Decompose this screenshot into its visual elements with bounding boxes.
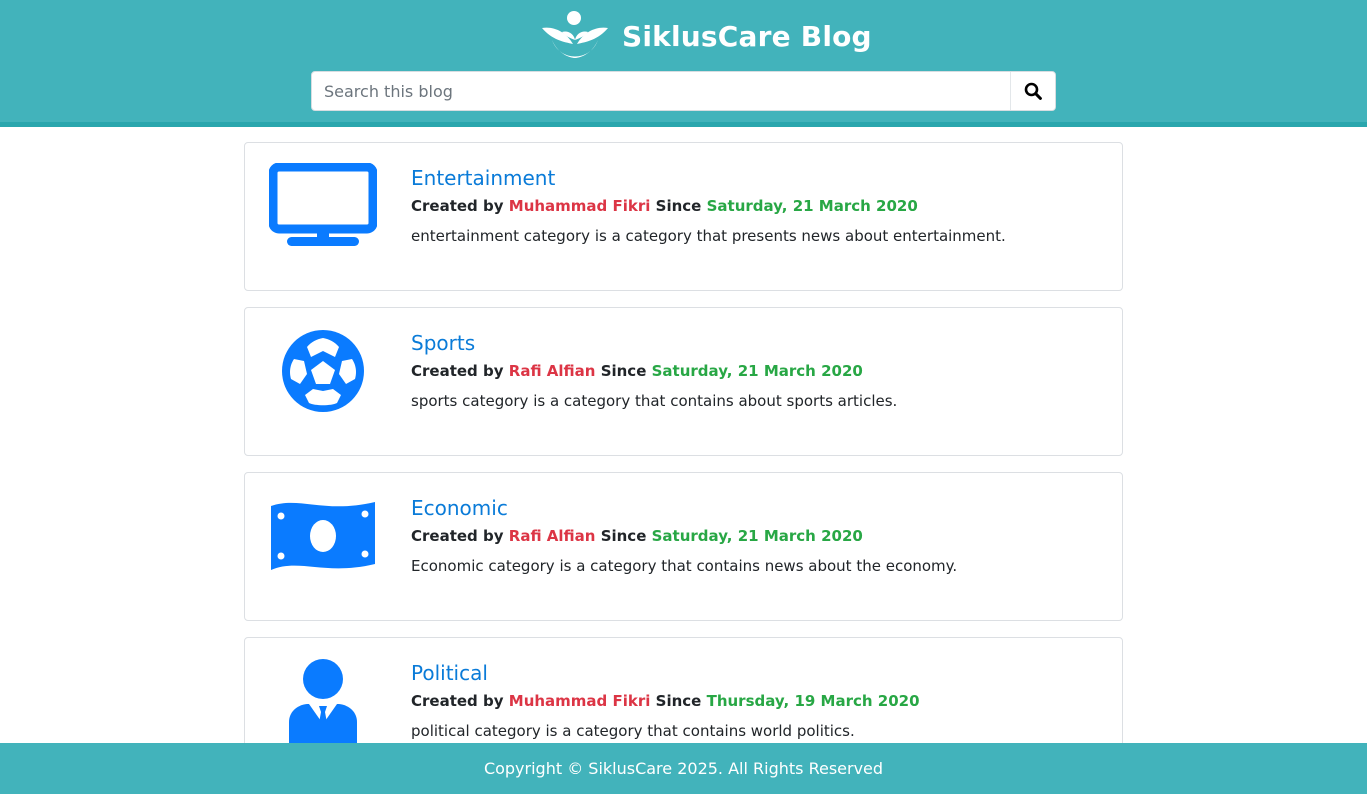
card-meta: Created by Rafi Alfian Since Saturday, 2… — [411, 526, 1102, 546]
author-name: Rafi Alfian — [508, 527, 596, 545]
author-name: Muhammad Fikri — [508, 692, 651, 710]
brand-name: SiklusCare Blog — [622, 19, 872, 53]
created-by-label: Created by — [411, 197, 504, 215]
created-by-label: Created by — [411, 527, 504, 545]
since-label: Since — [655, 197, 702, 215]
search-icon — [1024, 82, 1042, 100]
copyright-text: Copyright © SiklusCare 2025. All Rights … — [483, 759, 884, 778]
search-bar — [311, 71, 1056, 111]
created-by-label: Created by — [411, 692, 504, 710]
site-header: SiklusCare Blog — [0, 0, 1367, 127]
category-card: Entertainment Created by Muhammad Fikri … — [244, 142, 1123, 291]
card-meta: Created by Muhammad Fikri Since Thursday… — [411, 691, 1102, 711]
category-title-link[interactable]: Entertainment — [411, 165, 555, 191]
brand[interactable]: SiklusCare Blog — [540, 10, 872, 62]
category-card: Economic Created by Rafi Alfian Since Sa… — [244, 472, 1123, 621]
author-name: Rafi Alfian — [508, 362, 596, 380]
category-title-link[interactable]: Political — [411, 660, 488, 686]
created-date: Saturday, 21 March 2020 — [651, 362, 863, 380]
card-description: entertainment category is a category tha… — [411, 227, 1006, 245]
since-label: Since — [600, 527, 647, 545]
money-bill-icon — [271, 502, 375, 570]
search-button[interactable] — [1010, 72, 1055, 110]
card-icon — [269, 658, 377, 748]
search-input[interactable] — [312, 72, 1012, 110]
user-tie-icon — [289, 659, 357, 748]
category-title-link[interactable]: Sports — [411, 330, 475, 356]
author-name: Muhammad Fikri — [508, 197, 651, 215]
card-icon — [269, 491, 377, 581]
soccer-ball-icon — [282, 330, 364, 412]
card-meta: Created by Muhammad Fikri Since Saturday… — [411, 196, 1102, 216]
tv-icon — [269, 163, 377, 246]
since-label: Since — [655, 692, 702, 710]
card-description: Economic category is a category that con… — [411, 557, 958, 575]
created-date: Saturday, 21 March 2020 — [706, 197, 918, 215]
site-footer: Copyright © SiklusCare 2025. All Rights … — [0, 743, 1367, 794]
category-title-link[interactable]: Economic — [411, 495, 508, 521]
card-icon — [269, 161, 377, 251]
card-icon — [269, 326, 377, 416]
since-label: Since — [600, 362, 647, 380]
created-date: Thursday, 19 March 2020 — [706, 692, 920, 710]
created-date: Saturday, 21 March 2020 — [651, 527, 863, 545]
card-description: political category is a category that co… — [411, 722, 855, 740]
created-by-label: Created by — [411, 362, 504, 380]
card-description: sports category is a category that conta… — [411, 392, 898, 410]
card-meta: Created by Rafi Alfian Since Saturday, 2… — [411, 361, 1102, 381]
category-card: Sports Created by Rafi Alfian Since Satu… — [244, 307, 1123, 456]
sikluscare-logo-icon — [542, 11, 608, 58]
